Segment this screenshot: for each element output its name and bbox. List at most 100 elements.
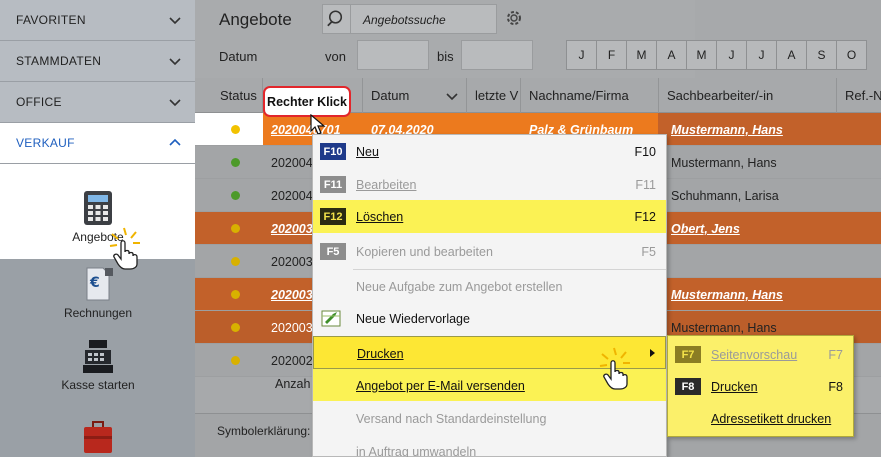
row-nr: 202003 bbox=[271, 320, 313, 335]
from-label: von bbox=[325, 49, 346, 64]
search-box[interactable]: Angebotssuche bbox=[322, 4, 497, 34]
chevron-down-icon bbox=[169, 99, 181, 107]
gear-icon[interactable] bbox=[504, 8, 524, 28]
cash-register-icon bbox=[83, 340, 113, 373]
month-button[interactable]: S bbox=[806, 40, 837, 70]
month-button[interactable]: F bbox=[596, 40, 627, 70]
date-label: Datum bbox=[219, 49, 258, 64]
submenu-arrow-icon bbox=[650, 349, 655, 357]
row-nr: 202003 bbox=[271, 221, 313, 236]
column-nachname[interactable]: Nachname/Firma bbox=[521, 78, 659, 113]
month-button[interactable]: A bbox=[656, 40, 687, 70]
chevron-down-icon bbox=[169, 58, 181, 66]
submenu-item-seitenvorschau[interactable]: F7 Seitenvorschau F7 bbox=[668, 338, 853, 371]
status-dot bbox=[231, 356, 240, 365]
sidebar-item-label: Rechnungen bbox=[63, 306, 133, 320]
month-button[interactable]: O bbox=[836, 40, 867, 70]
menu-item-loeschen[interactable]: F12 Löschen F12 bbox=[313, 200, 666, 233]
status-dot bbox=[231, 158, 240, 167]
status-dot bbox=[231, 191, 240, 200]
hand-cursor-icon bbox=[599, 347, 630, 390]
invoice-icon: € bbox=[86, 267, 113, 301]
row-agent: Mustermann, Hans bbox=[671, 155, 777, 170]
key-badge: F8 bbox=[675, 378, 701, 395]
menu-item-label: Angebot per E-Mail versenden bbox=[356, 379, 525, 393]
sidebar-item-tasche[interactable] bbox=[48, 418, 148, 457]
column-datum[interactable]: Datum bbox=[363, 78, 467, 113]
menu-item-label: Drucken bbox=[357, 347, 404, 361]
column-status[interactable]: Status bbox=[195, 78, 263, 113]
search-icon[interactable] bbox=[323, 5, 351, 33]
menu-item-label: Versand nach Standardeinstellung bbox=[356, 412, 547, 426]
briefcase-icon bbox=[84, 421, 112, 453]
right-click-callout: Rechter Klick bbox=[263, 86, 351, 117]
column-letzte[interactable]: letzte V bbox=[467, 78, 521, 113]
menu-item-neu[interactable]: F10 Neu F10 bbox=[313, 135, 666, 168]
menu-item-kopieren[interactable]: F5 Kopieren und bearbeiten F5 bbox=[313, 235, 666, 268]
key-badge: F7 bbox=[675, 346, 701, 363]
menu-item-bearbeiten[interactable]: F11 Bearbeiten F11 bbox=[313, 168, 666, 201]
row-agent: Obert, Jens bbox=[671, 221, 740, 236]
status-dot bbox=[231, 290, 240, 299]
table-row-selected-right[interactable]: Mustermann, Hans bbox=[658, 113, 881, 146]
status-dot bbox=[231, 224, 240, 233]
sidebar-section-favoriten[interactable]: FAVORITEN bbox=[0, 0, 195, 41]
arrow-cursor-icon bbox=[310, 114, 326, 135]
page-title: Angebote bbox=[219, 10, 292, 29]
column-sachbearbeiter[interactable]: Sachbearbeiter/-in bbox=[659, 78, 837, 113]
status-dot bbox=[231, 257, 240, 266]
date-from-field[interactable] bbox=[357, 40, 429, 70]
column-label: Datum bbox=[371, 88, 410, 103]
menu-item-label: Kopieren und bearbeiten bbox=[356, 245, 493, 259]
key-badge: F12 bbox=[320, 208, 346, 225]
sidebar-section-verkauf[interactable]: VERKAUF bbox=[0, 123, 195, 164]
menu-item-label: Neu bbox=[356, 145, 379, 159]
menu-item-versand[interactable]: Versand nach Standardeinstellung bbox=[313, 402, 666, 435]
sidebar-section-office[interactable]: OFFICE bbox=[0, 82, 195, 123]
menu-item-shortcut: F12 bbox=[634, 210, 656, 224]
row-nr: 202003 bbox=[271, 254, 313, 269]
context-menu: F10 Neu F10 F11 Bearbeiten F11 F12 Lösch… bbox=[312, 134, 667, 457]
key-badge: F5 bbox=[320, 243, 346, 260]
sidebar-section-stammdaten[interactable]: STAMMDATEN bbox=[0, 41, 195, 82]
column-ref[interactable]: Ref.-Nr bbox=[837, 78, 881, 113]
print-submenu: F7 Seitenvorschau F7 F8 Drucken F8 Adres… bbox=[667, 335, 854, 437]
month-button[interactable]: M bbox=[626, 40, 657, 70]
menu-item-label: Bearbeiten bbox=[356, 178, 417, 192]
menu-item-label: Drucken bbox=[711, 380, 758, 394]
month-button[interactable]: J bbox=[746, 40, 777, 70]
month-button[interactable]: J bbox=[566, 40, 597, 70]
menu-item-wiedervorlage[interactable]: Neue Wiedervorlage bbox=[313, 302, 666, 335]
month-filter: J F M A M J J A S O bbox=[566, 40, 867, 70]
menu-item-shortcut: F5 bbox=[641, 245, 656, 259]
date-to-field[interactable] bbox=[461, 40, 533, 70]
sidebar-item-rechnungen[interactable]: € Rechnungen bbox=[48, 266, 148, 320]
menu-item-label: Seitenvorschau bbox=[711, 348, 798, 362]
hand-cursor-icon bbox=[109, 227, 140, 270]
row-nr: 202004 bbox=[271, 155, 313, 170]
row-nr: 202002 bbox=[271, 353, 313, 368]
chevron-down-icon[interactable] bbox=[446, 90, 458, 102]
month-button[interactable]: J bbox=[716, 40, 747, 70]
search-input[interactable]: Angebotssuche bbox=[363, 13, 446, 27]
row-agent: Mustermann, Hans bbox=[671, 287, 783, 302]
menu-item-shortcut: F7 bbox=[828, 348, 843, 362]
sidebar-section-label: VERKAUF bbox=[16, 136, 75, 150]
submenu-item-drucken[interactable]: F8 Drucken F8 bbox=[668, 370, 853, 403]
month-button[interactable]: M bbox=[686, 40, 717, 70]
menu-item-label: Neue Aufgabe zum Angebot erstellen bbox=[356, 280, 563, 294]
sidebar-item-kasse-starten[interactable]: Kasse starten bbox=[48, 338, 148, 392]
status-dot bbox=[231, 323, 240, 332]
menu-item-label: in Auftrag umwandeln bbox=[356, 445, 477, 457]
month-button[interactable]: A bbox=[776, 40, 807, 70]
key-badge: F10 bbox=[320, 143, 346, 160]
svg-text:€: € bbox=[89, 275, 100, 291]
menu-item-label: Adressetikett drucken bbox=[711, 412, 832, 426]
follow-up-icon bbox=[321, 310, 341, 327]
menu-item-auftrag[interactable]: in Auftrag umwandeln bbox=[313, 435, 666, 457]
menu-item-neue-aufgabe[interactable]: Neue Aufgabe zum Angebot erstellen bbox=[313, 270, 666, 303]
calculator-icon bbox=[84, 191, 112, 225]
chevron-up-icon bbox=[169, 138, 181, 146]
submenu-item-adressetikett[interactable]: Adressetikett drucken bbox=[668, 402, 853, 435]
sidebar-section-label: STAMMDATEN bbox=[16, 54, 102, 68]
